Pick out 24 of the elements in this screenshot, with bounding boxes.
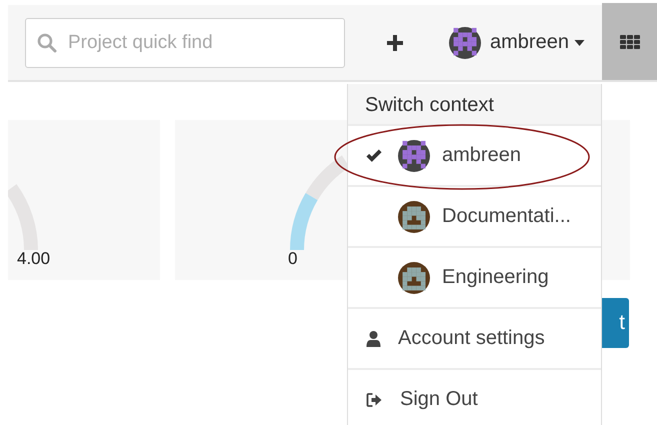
gauge-arc <box>8 184 38 250</box>
avatar-icon <box>449 26 481 58</box>
context-item[interactable]: Documentati... <box>348 187 601 248</box>
menu-item[interactable]: Account settings <box>348 309 601 370</box>
context-item[interactable]: Engineering <box>348 248 601 309</box>
action-button[interactable]: t <box>600 298 629 348</box>
check-icon <box>365 148 383 162</box>
gauge-value: 0 <box>288 249 298 268</box>
person-icon <box>366 330 381 346</box>
search-field[interactable]: Project quick find <box>25 18 345 68</box>
grid-icon <box>620 34 640 48</box>
caret-icon <box>574 40 585 46</box>
plus-icon[interactable] <box>387 34 403 50</box>
context-item[interactable]: ambreen <box>348 126 601 187</box>
avatar-icon <box>398 200 430 232</box>
user-menu[interactable]: ambreen <box>434 26 585 58</box>
gauge-value: 4.00 <box>17 249 50 268</box>
menu-heading: Switch context <box>348 84 601 126</box>
search-icon <box>37 32 57 52</box>
avatar-icon <box>398 262 430 294</box>
avatar-icon <box>398 140 430 172</box>
apps-button[interactable] <box>602 3 657 80</box>
menu-item[interactable]: Sign Out <box>348 370 601 425</box>
sign-out-icon <box>366 392 383 406</box>
